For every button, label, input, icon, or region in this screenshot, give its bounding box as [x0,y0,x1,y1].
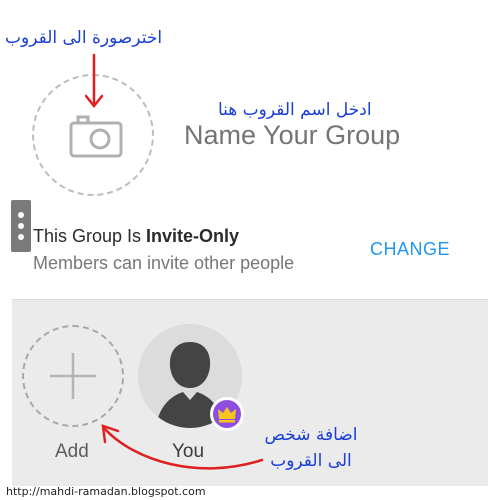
invite-setting-title: This Group Is Invite-Only [33,226,239,247]
camera-icon [69,115,123,158]
name-annotation: ادخل اسم القروب هنا [218,100,372,120]
group-name-input[interactable] [184,120,484,151]
admin-badge [210,397,244,431]
add-annotation: اضافة شخص الى القروب [255,422,367,474]
footer-url: http://mahdi-ramadan.blogspot.com [6,485,206,498]
photo-annotation: اخترصورة الى القروب [5,28,163,48]
add-member-label: Add [55,441,89,462]
invite-title-bold: Invite-Only [146,226,240,246]
plus-icon [50,353,96,399]
crown-icon [218,407,236,423]
invite-setting-subtitle: Members can invite other people [33,253,295,273]
overflow-menu-icon[interactable] [11,200,31,252]
add-annotation-line2: الى القروب [270,451,352,471]
invite-title-prefix: This Group Is [33,226,147,246]
add-annotation-line1: اضافة شخص [264,425,358,445]
change-button[interactable]: CHANGE [370,239,450,260]
you-member-label: You [172,441,205,462]
